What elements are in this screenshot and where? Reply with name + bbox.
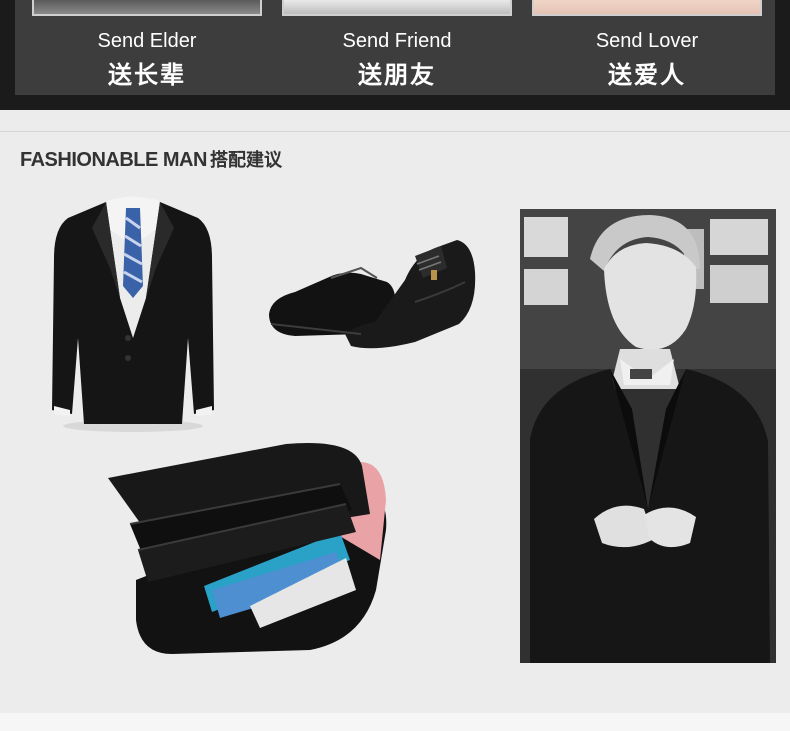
section-divider — [0, 131, 790, 132]
gift-panel: Send Elder 送长辈 Send Friend 送朋友 Send Love… — [15, 0, 775, 95]
gift-label-cn: 送长辈 — [108, 61, 186, 89]
gift-label-en: Send Friend — [342, 30, 452, 52]
gift-label-cn: 送爱人 — [608, 61, 686, 89]
section-heading: FASHIONABLE MAN 搭配建议 — [20, 146, 282, 172]
leather-wallet-icon — [100, 440, 395, 664]
gift-send-elder[interactable]: Send Elder 送长辈 — [32, 0, 262, 95]
bottom-strip — [0, 713, 790, 731]
section-title-cn: 搭配建议 — [209, 150, 282, 171]
gift-thumbnail — [32, 0, 262, 16]
gift-band: Send Elder 送长辈 Send Friend 送朋友 Send Love… — [0, 0, 790, 110]
leather-shoes-icon — [265, 212, 480, 356]
suit-jacket-icon — [48, 188, 218, 437]
gift-label-en: Send Lover — [595, 30, 699, 52]
gift-label-en: Send Elder — [97, 30, 197, 52]
gift-thumbnail — [532, 0, 762, 16]
gift-send-friend[interactable]: Send Friend 送朋友 — [282, 0, 512, 95]
gift-thumbnail — [282, 0, 512, 16]
gift-send-lover[interactable]: Send Lover 送爱人 — [532, 0, 762, 95]
section-title-en: FASHIONABLE MAN — [20, 149, 207, 171]
model-photo-icon — [520, 209, 776, 663]
gift-label-cn: 送朋友 — [358, 61, 436, 89]
